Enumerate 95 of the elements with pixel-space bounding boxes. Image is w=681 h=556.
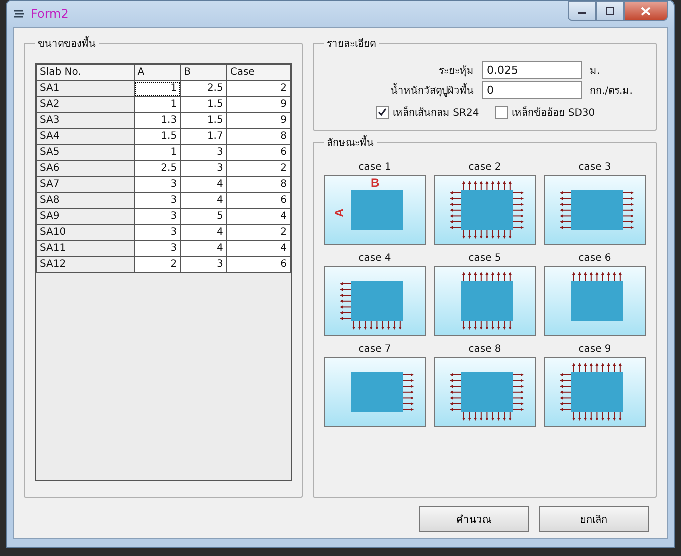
case-button[interactable] [544, 357, 646, 427]
case-button[interactable] [434, 266, 536, 336]
table-cell[interactable]: SA2 [36, 96, 134, 112]
case-label: case 8 [468, 344, 502, 355]
table-cell[interactable]: 3 [180, 160, 227, 176]
table-cell[interactable]: 1.7 [180, 128, 227, 144]
table-cell[interactable]: SA3 [36, 112, 134, 128]
unit-label: กก./ตร.ม. [590, 84, 633, 98]
table-cell[interactable]: 3 [134, 192, 181, 208]
table-cell[interactable]: SA1 [36, 80, 134, 96]
table-cell[interactable]: 9 [226, 96, 290, 112]
table-cell[interactable]: 9 [226, 112, 290, 128]
table-cell[interactable]: 1.5 [134, 128, 181, 144]
table-cell[interactable]: 1.3 [134, 112, 181, 128]
maximize-icon [605, 7, 615, 15]
table-cell[interactable]: SA5 [36, 144, 134, 160]
checkbox[interactable] [495, 106, 508, 119]
table-cell[interactable]: 8 [226, 176, 290, 192]
case-label: case 7 [358, 344, 392, 355]
table-cell[interactable]: 3 [134, 224, 181, 240]
case-label: case 1 [358, 162, 392, 173]
table-cell[interactable]: 4 [180, 192, 227, 208]
column-header[interactable]: Slab No. [36, 64, 134, 80]
checkbox[interactable] [376, 106, 389, 119]
table-cell[interactable]: 1 [134, 96, 181, 112]
action-button[interactable]: ยกเลิก [539, 506, 649, 532]
case-button[interactable] [544, 266, 646, 336]
table-cell[interactable]: SA7 [36, 176, 134, 192]
group-title: ขนาดของพื้น [35, 36, 99, 51]
input-field[interactable]: 0.025 [482, 61, 582, 79]
case-label: case 2 [468, 162, 502, 173]
table-cell[interactable]: 3 [180, 144, 227, 160]
case-button[interactable] [324, 357, 426, 427]
column-header[interactable]: Case [226, 64, 290, 80]
field-label: น้ำหนักวัสดุปูผิวพื้น [390, 82, 474, 98]
table-cell[interactable]: SA11 [36, 240, 134, 256]
table-cell[interactable]: 6 [226, 192, 290, 208]
table-cell[interactable]: SA10 [36, 224, 134, 240]
table-cell[interactable]: SA4 [36, 128, 134, 144]
case-label: case 5 [468, 253, 502, 264]
table-cell[interactable]: 3 [134, 240, 181, 256]
table-cell[interactable]: SA9 [36, 208, 134, 224]
case-button[interactable] [434, 175, 536, 245]
checkbox-label: เหล็กเส้นกลม SR24 [393, 105, 480, 120]
group-title: ลักษณะพื้น [324, 135, 377, 150]
close-button[interactable] [624, 1, 668, 21]
column-header[interactable]: B [180, 64, 227, 80]
case-label: case 4 [358, 253, 392, 264]
table-cell[interactable]: 4 [226, 208, 290, 224]
case-label: case 3 [578, 162, 612, 173]
app-icon [13, 8, 25, 20]
table-cell[interactable]: 4 [180, 176, 227, 192]
table-cell[interactable]: 1 [134, 144, 181, 160]
case-button[interactable] [434, 357, 536, 427]
column-header[interactable]: A [134, 64, 181, 80]
table-cell[interactable]: 4 [180, 224, 227, 240]
table-cell[interactable]: 2 [226, 160, 290, 176]
table-cell[interactable]: 6 [226, 256, 290, 272]
input-field[interactable]: 0 [482, 81, 582, 99]
table-cell[interactable]: 8 [226, 128, 290, 144]
case-label: case 9 [578, 344, 612, 355]
case-label: case 6 [578, 253, 612, 264]
checkbox-label: เหล็กข้ออ้อย SD30 [512, 105, 596, 120]
table-cell[interactable]: 1.5 [180, 112, 227, 128]
close-icon [641, 6, 651, 16]
table-cell[interactable]: SA8 [36, 192, 134, 208]
case-button[interactable]: A B [324, 175, 426, 245]
table-cell[interactable]: 1.5 [180, 96, 227, 112]
maximize-button[interactable] [596, 1, 624, 21]
field-label: ระยะหุ้ม [438, 64, 474, 78]
table-cell[interactable]: 4 [226, 240, 290, 256]
table-cell[interactable]: 1 [134, 80, 181, 96]
minimize-button[interactable] [568, 1, 596, 21]
table-cell[interactable]: 4 [180, 240, 227, 256]
table-cell[interactable]: 3 [134, 176, 181, 192]
table-cell[interactable]: 2 [134, 256, 181, 272]
group-title: รายละเอียด [326, 38, 377, 51]
table-cell[interactable]: 2 [226, 224, 290, 240]
side-label: A [332, 208, 346, 218]
table-cell[interactable]: 2.5 [134, 160, 181, 176]
table-cell[interactable]: SA12 [36, 256, 134, 272]
data-grid[interactable]: Slab No. A B Case SA1 1 2.5 2 SA2 1 1.5 9 SA3 1.3 1.5 9 SA4 1.5 1.7 8 SA5 1 3 6 SA6 2.5 3 2 SA7 3 4 8 SA8 3 4 6 SA9 3 5 4 SA10 3 4 2 SA11 3 4 4 SA12 2 3 6 [35, 63, 292, 481]
table-cell[interactable]: 2.5 [180, 80, 227, 96]
table-cell[interactable]: 3 [134, 208, 181, 224]
side-label: B [371, 176, 380, 190]
unit-label: ม. [590, 64, 600, 78]
action-button[interactable]: คำนวณ [419, 506, 529, 532]
table-cell[interactable]: 3 [180, 256, 227, 272]
table-cell[interactable]: SA6 [36, 160, 134, 176]
table-cell[interactable]: 2 [226, 80, 290, 96]
case-button[interactable] [324, 266, 426, 336]
case-button[interactable] [544, 175, 646, 245]
window-title: Form2 [31, 7, 69, 21]
table-cell[interactable]: 5 [180, 208, 227, 224]
table-cell[interactable]: 6 [226, 144, 290, 160]
